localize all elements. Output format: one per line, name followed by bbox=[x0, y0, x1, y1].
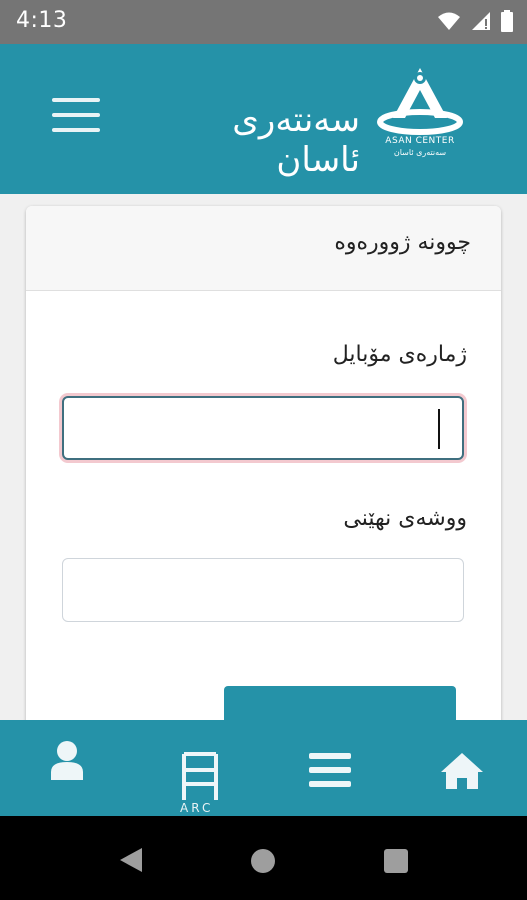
app-bar: سەنتەری ئاسان ASAN CENTER سەنتەری ئاسان bbox=[0, 44, 527, 194]
asan-logo-icon bbox=[377, 68, 463, 135]
nav-item-home[interactable] bbox=[412, 720, 512, 816]
recents-icon[interactable] bbox=[383, 848, 409, 874]
status-bar: 4:13 bbox=[0, 0, 527, 44]
app-title: سەنتەری ئاسان bbox=[232, 100, 360, 180]
bottom-nav bbox=[0, 720, 527, 816]
nav-item-menu[interactable] bbox=[280, 720, 380, 816]
status-icons bbox=[437, 10, 513, 32]
arc-logo-text: ARC bbox=[180, 801, 214, 815]
home-button-icon[interactable] bbox=[250, 848, 276, 874]
logo-text-ku: سەنتەری ئاسان bbox=[393, 148, 447, 157]
mobile-number-label: ژمارەی مۆبایل bbox=[332, 342, 467, 367]
login-card-header: چوونە ژوورەوە bbox=[26, 206, 501, 291]
arc-logo-icon bbox=[182, 752, 218, 800]
status-time: 4:13 bbox=[16, 8, 68, 33]
hamburger-menu-button[interactable] bbox=[52, 98, 100, 134]
asan-center-logo: ASAN CENTER سەنتەری ئاسان bbox=[375, 64, 465, 172]
hamburger-line bbox=[52, 128, 100, 132]
hamburger-line bbox=[52, 98, 100, 102]
mobile-number-input[interactable] bbox=[62, 396, 464, 460]
battery-icon bbox=[501, 10, 513, 32]
login-card-title: چوونە ژوورەوە bbox=[334, 230, 471, 255]
wifi-icon bbox=[438, 12, 460, 30]
password-input[interactable] bbox=[62, 558, 464, 622]
password-label: ووشەی نهێنی bbox=[343, 506, 467, 531]
signal-icon bbox=[472, 12, 490, 30]
back-icon[interactable] bbox=[118, 846, 144, 874]
text-cursor bbox=[438, 409, 440, 449]
hamburger-line bbox=[52, 113, 100, 117]
user-icon bbox=[51, 741, 83, 780]
home-icon bbox=[441, 753, 483, 789]
menu-icon bbox=[309, 753, 351, 787]
login-card: چوونە ژوورەوە ژمارەی مۆبایل ووشەی نهێنی bbox=[26, 206, 501, 766]
logo-text-en: ASAN CENTER bbox=[385, 136, 455, 146]
system-nav-bar bbox=[0, 816, 527, 900]
nav-item-profile[interactable] bbox=[17, 720, 117, 816]
